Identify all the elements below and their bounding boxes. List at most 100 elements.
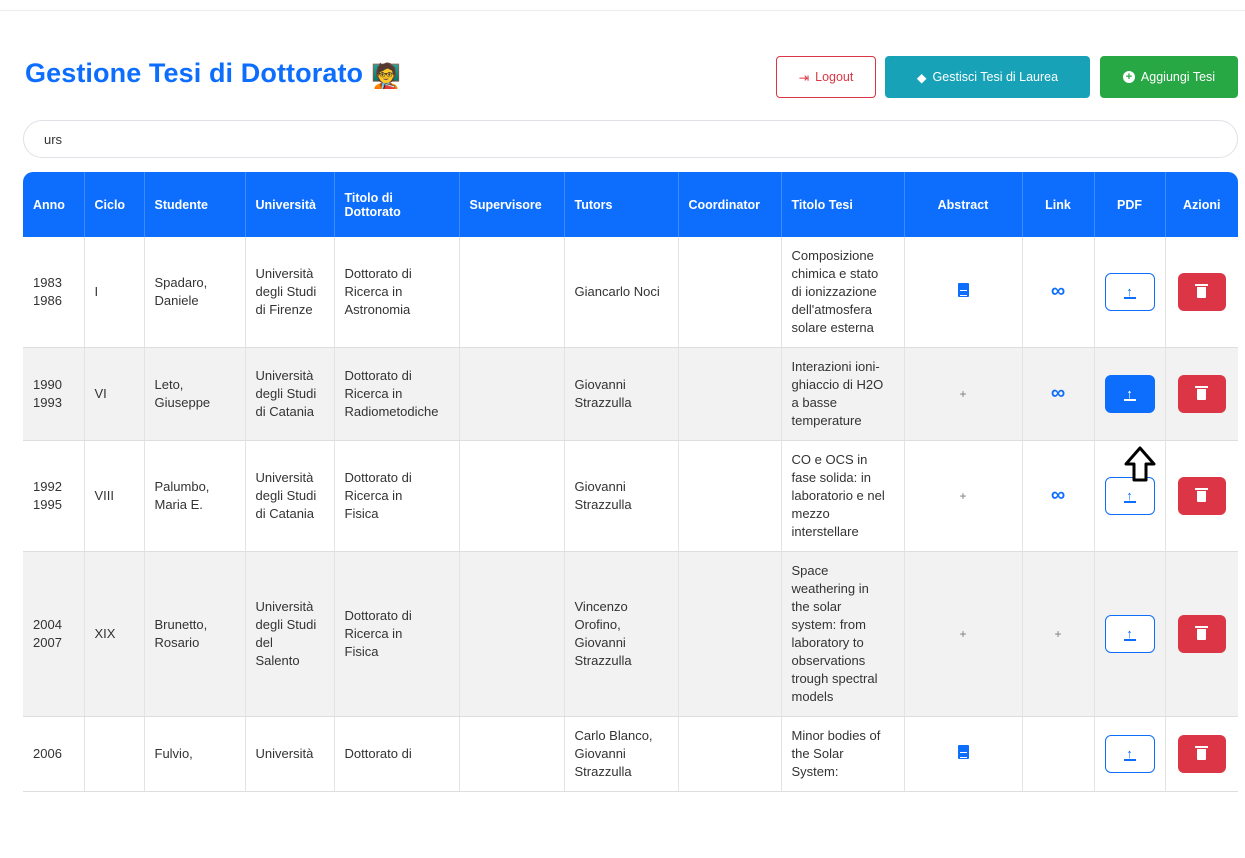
search-input[interactable] bbox=[23, 120, 1238, 158]
upload-icon: ↑ bbox=[1123, 489, 1136, 503]
column-header: Titolo di Dottorato bbox=[334, 172, 460, 237]
cell-ciclo bbox=[84, 716, 145, 792]
cell-coordinator bbox=[678, 347, 782, 441]
cell-studente: Palumbo, Maria E. bbox=[144, 440, 246, 552]
add-thesis-label: Aggiungi Tesi bbox=[1140, 70, 1216, 84]
cell-abstract bbox=[904, 716, 1023, 792]
upload-icon: ↑ bbox=[1123, 387, 1136, 401]
cell-tutors: Giovanni Strazzulla bbox=[564, 347, 679, 441]
cell-actions bbox=[1165, 551, 1238, 717]
upload-icon: ↑ bbox=[1123, 627, 1136, 641]
column-header: Tutors bbox=[564, 172, 679, 237]
teacher-emoji-icon: 🧑‍🏫 bbox=[371, 63, 402, 90]
cell-anno: 1992 1995 bbox=[23, 440, 85, 552]
column-header: Titolo Tesi bbox=[781, 172, 905, 237]
abstract-add-icon[interactable]: + bbox=[959, 489, 966, 503]
column-header: Abstract bbox=[904, 172, 1023, 237]
file-text-icon[interactable] bbox=[957, 282, 969, 297]
cell-link: ∞ bbox=[1022, 440, 1095, 552]
cell-studente: Leto, Giuseppe bbox=[144, 347, 246, 441]
delete-button[interactable] bbox=[1177, 477, 1226, 515]
cell-supervisore bbox=[459, 440, 565, 552]
column-header: Anno bbox=[23, 172, 85, 237]
cell-abstract bbox=[904, 237, 1023, 348]
cell-coordinator bbox=[678, 551, 782, 717]
upload-pdf-button[interactable]: ↑ bbox=[1104, 735, 1155, 773]
table-row: 1990 1993 VI Leto, Giuseppe Università degl… bbox=[23, 347, 1238, 441]
cell-universita: Università degli Studi di Catania bbox=[245, 347, 335, 441]
abstract-add-icon[interactable]: + bbox=[959, 627, 966, 641]
thesis-table: Anno Ciclo Studente Università Titolo di Dot… bbox=[23, 172, 1238, 792]
upload-pdf-button[interactable]: ↑ bbox=[1104, 375, 1155, 413]
delete-button[interactable] bbox=[1177, 273, 1226, 311]
cell-abstract: + bbox=[904, 440, 1023, 552]
table-header-row: Anno Ciclo Studente Università Titolo di Dot… bbox=[23, 172, 1238, 237]
cell-tutors: Giovanni Strazzulla bbox=[564, 440, 679, 552]
cell-tutors: Vincenzo Orofino, Giovanni Strazzulla bbox=[564, 551, 679, 717]
column-header: Università bbox=[245, 172, 335, 237]
add-thesis-button[interactable]: + Aggiungi Tesi bbox=[1100, 56, 1238, 98]
cell-tutors: Carlo Blanco, Giovanni Strazzulla bbox=[564, 716, 679, 792]
cell-studente: Fulvio, bbox=[144, 716, 246, 792]
upload-pdf-button[interactable]: ↑ bbox=[1104, 477, 1155, 515]
cell-anno: 2006 bbox=[23, 716, 85, 792]
cell-ciclo: I bbox=[84, 237, 145, 348]
cell-studente: Spadaro, Daniele bbox=[144, 237, 246, 348]
trash-icon bbox=[1195, 625, 1209, 640]
file-text-icon[interactable] bbox=[957, 744, 969, 759]
cell-titolo-tesi: Minor bodies of the Solar System: bbox=[781, 716, 905, 792]
logout-label: Logout bbox=[815, 70, 854, 84]
delete-button[interactable] bbox=[1177, 615, 1226, 653]
arrow-up-cursor-icon bbox=[1124, 446, 1156, 482]
cell-titolo-tesi: CO e OCS in fase solida: in laboratorio … bbox=[781, 440, 905, 552]
column-header: PDF bbox=[1094, 172, 1166, 237]
cell-abstract: + bbox=[904, 551, 1023, 717]
cell-abstract: + bbox=[904, 347, 1023, 441]
link-add-icon[interactable]: + bbox=[1054, 627, 1061, 641]
cell-studente: Brunetto, Rosario bbox=[144, 551, 246, 717]
cell-universita: Università degli Studi del Salento bbox=[245, 551, 335, 717]
cell-anno: 1990 1993 bbox=[23, 347, 85, 441]
cell-coordinator bbox=[678, 237, 782, 348]
column-header: Supervisore bbox=[459, 172, 565, 237]
cell-titolo-tesi: Composizione chimica e stato di ionizzaz… bbox=[781, 237, 905, 348]
cell-titolo-dottorato: Dottorato di Ricerca in Fisica bbox=[334, 440, 460, 552]
manage-laurea-label: Gestisci Tesi di Laurea bbox=[932, 70, 1059, 84]
cell-ciclo: VI bbox=[84, 347, 145, 441]
cell-actions bbox=[1165, 237, 1238, 348]
upload-pdf-button[interactable]: ↑ bbox=[1104, 273, 1155, 311]
abstract-add-icon[interactable]: + bbox=[959, 387, 966, 401]
cell-link bbox=[1022, 716, 1095, 792]
graduation-cap-icon: ◆ bbox=[916, 70, 927, 85]
logout-button[interactable]: ⇥ Logout bbox=[776, 56, 876, 98]
cell-anno: 2004 2007 bbox=[23, 551, 85, 717]
upload-pdf-button[interactable]: ↑ bbox=[1104, 615, 1155, 653]
manage-laurea-button[interactable]: ◆ Gestisci Tesi di Laurea bbox=[885, 56, 1090, 98]
cell-titolo-dottorato: Dottorato di Ricerca in Fisica bbox=[334, 551, 460, 717]
link-icon[interactable]: ∞ bbox=[1051, 484, 1065, 506]
cell-link: ∞ bbox=[1022, 347, 1095, 441]
delete-button[interactable] bbox=[1177, 375, 1226, 413]
cell-universita: Università bbox=[245, 716, 335, 792]
cell-titolo-dottorato: Dottorato di Ricerca in Astronomia bbox=[334, 237, 460, 348]
link-icon[interactable]: ∞ bbox=[1051, 280, 1065, 302]
cell-actions bbox=[1165, 440, 1238, 552]
cell-titolo-tesi: Interazioni ioni- ghiaccio di H2O a bass… bbox=[781, 347, 905, 441]
column-header: Azioni bbox=[1165, 172, 1238, 237]
link-icon[interactable]: ∞ bbox=[1051, 382, 1065, 404]
table-row: 2004 2007 XIX Brunetto, Rosario Università … bbox=[23, 551, 1238, 717]
page-title: Gestione Tesi di Dottorato 🧑‍🏫 bbox=[25, 58, 401, 91]
cell-supervisore bbox=[459, 237, 565, 348]
cell-supervisore bbox=[459, 347, 565, 441]
cell-pdf: ↑ bbox=[1094, 347, 1166, 441]
trash-icon bbox=[1195, 385, 1209, 400]
delete-button[interactable] bbox=[1177, 735, 1226, 773]
cell-coordinator bbox=[678, 716, 782, 792]
upload-icon: ↑ bbox=[1123, 747, 1136, 761]
table-row: 1992 1995 VIII Palumbo, Maria E. Università… bbox=[23, 440, 1238, 552]
cell-ciclo: XIX bbox=[84, 551, 145, 717]
cell-titolo-dottorato: Dottorato di Ricerca in Radiometodiche bbox=[334, 347, 460, 441]
column-header: Coordinator bbox=[678, 172, 782, 237]
cell-universita: Università degli Studi di Firenze bbox=[245, 237, 335, 348]
column-header: Ciclo bbox=[84, 172, 145, 237]
